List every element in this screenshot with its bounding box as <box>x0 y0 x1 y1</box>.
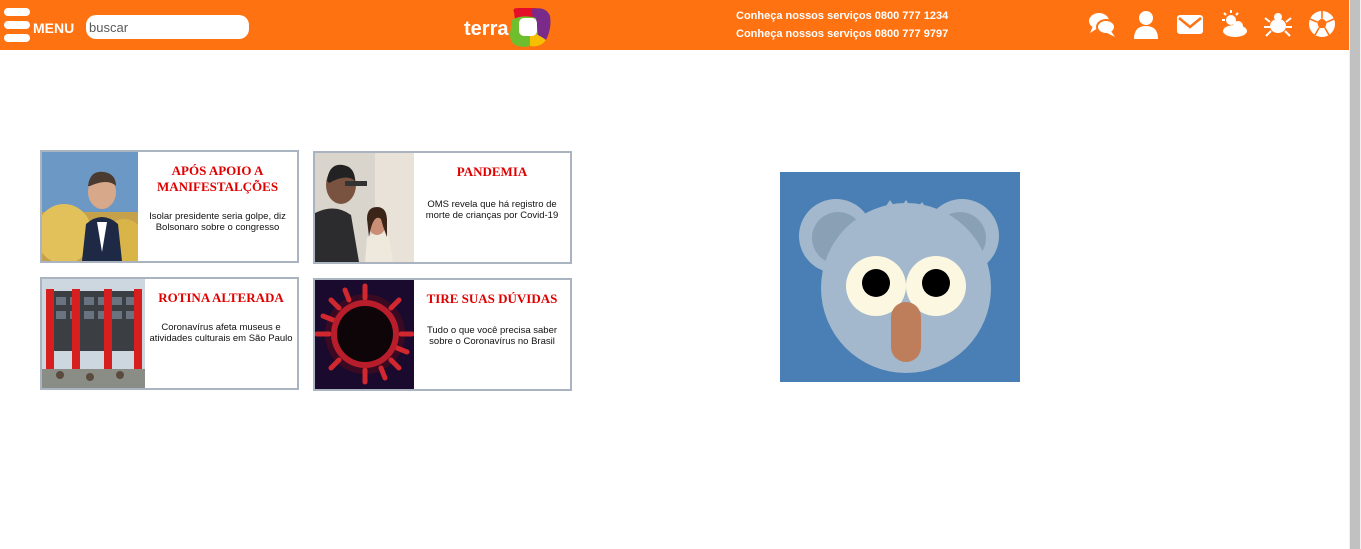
top-navigation-bar: MENU terra Conheça nossos serviços 0800 … <box>0 0 1349 50</box>
card-title: APÓS APOIO A MANIFESTALÇÕES <box>156 163 279 194</box>
terra-logo-mark-icon <box>510 8 551 47</box>
hamburger-icon <box>4 8 30 42</box>
card-subtitle: OMS revela que há registro de morte de c… <box>425 199 559 221</box>
chat-icon[interactable] <box>1087 9 1117 39</box>
news-thumbnail <box>42 279 145 388</box>
news-card[interactable]: ROTINA ALTERADA Coronavírus afeta museus… <box>40 277 299 390</box>
scrollbar-thumb[interactable] <box>1350 0 1360 549</box>
news-thumbnail <box>315 280 414 389</box>
card-title: ROTINA ALTERADA <box>158 290 284 305</box>
search-input[interactable] <box>86 15 249 39</box>
mail-icon[interactable] <box>1175 9 1205 39</box>
card-subtitle: Isolar presidente seria golpe, diz Bolso… <box>149 211 286 233</box>
contact-line: Conheça nossos serviços 0800 777 9797 <box>736 28 949 40</box>
card-text: APÓS APOIO A MANIFESTALÇÕES Isolar presi… <box>138 152 297 261</box>
logo-text: terra <box>464 18 509 40</box>
card-subtitle: Tudo o que você precisa saber sobre o Co… <box>426 325 558 347</box>
card-text: PANDEMIA OMS revela que há registro de m… <box>414 153 570 262</box>
user-icon[interactable] <box>1131 9 1161 39</box>
card-text: TIRE SUAS DÚVIDAS Tudo o que você precis… <box>414 280 570 389</box>
header-icons <box>1087 9 1337 41</box>
contact-info: Conheça nossos serviços 0800 777 1234 Co… <box>736 7 948 43</box>
terra-logo[interactable]: terra <box>462 6 554 48</box>
card-title: PANDEMIA <box>456 164 528 179</box>
vertical-scrollbar[interactable] <box>1349 0 1361 549</box>
news-card[interactable]: APÓS APOIO A MANIFESTALÇÕES Isolar presi… <box>40 150 299 263</box>
soccer-ball-icon[interactable] <box>1307 9 1337 39</box>
card-subtitle: Coronavírus afeta museus e atividades cu… <box>149 322 293 344</box>
contact-line: Conheça nossos serviços 0800 777 1234 <box>736 10 949 22</box>
horoscope-icon[interactable] <box>1263 9 1293 39</box>
weather-icon[interactable] <box>1219 9 1249 39</box>
news-card[interactable]: PANDEMIA OMS revela que há registro de m… <box>313 151 572 264</box>
card-text: ROTINA ALTERADA Coronavírus afeta museus… <box>145 279 297 388</box>
menu-button[interactable]: MENU <box>4 7 76 43</box>
menu-label: MENU <box>33 20 75 36</box>
news-thumbnail <box>42 152 138 261</box>
card-title: TIRE SUAS DÚVIDAS <box>426 291 558 306</box>
news-card[interactable]: TIRE SUAS DÚVIDAS Tudo o que você precis… <box>313 278 572 391</box>
news-thumbnail <box>315 153 414 262</box>
koala-ad-image[interactable] <box>780 172 1020 382</box>
